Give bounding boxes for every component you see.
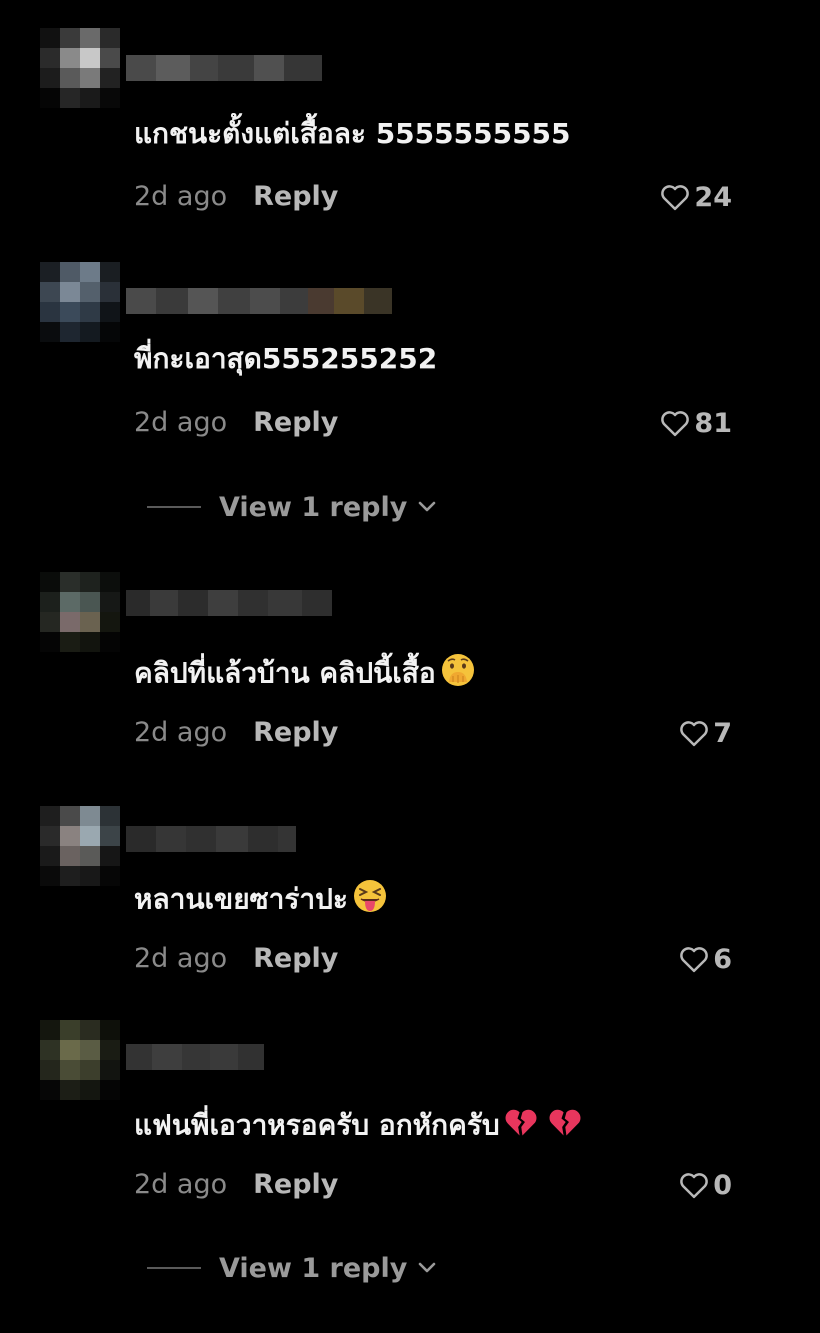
avatar[interactable] (40, 262, 120, 342)
view-replies-label: View 1 reply (219, 491, 408, 523)
chevron-down-icon (419, 1262, 436, 1273)
like-count: 0 (713, 1169, 732, 1201)
heart-outline-icon (680, 721, 709, 747)
username-blurred[interactable] (126, 55, 322, 81)
heart-outline-icon (680, 1173, 709, 1199)
username-blurred[interactable] (126, 826, 296, 852)
comment-text: หลานเขยซาร่าปะ (134, 878, 388, 923)
chevron-down-icon (419, 501, 436, 512)
like-count: 24 (694, 181, 732, 213)
broken-heart-icon (504, 1106, 538, 1147)
like-button[interactable]: 0 (679, 1167, 732, 1203)
comment-meta: 2d ago Reply (134, 715, 338, 751)
username-blurred[interactable] (126, 288, 392, 314)
heart-outline-icon (680, 947, 709, 973)
like-count: 81 (694, 407, 732, 439)
avatar[interactable] (40, 572, 120, 652)
heart-outline-icon (661, 185, 690, 211)
reply-button[interactable]: Reply (253, 181, 338, 212)
like-button[interactable]: 6 (679, 941, 732, 977)
comment-meta: 2d ago Reply (134, 179, 338, 215)
like-count: 7 (713, 717, 732, 749)
reply-button[interactable]: Reply (253, 717, 338, 748)
comment-meta: 2d ago Reply (134, 941, 338, 977)
comment-text: พี่กะเอาสุด555255252 (134, 342, 438, 375)
like-button[interactable]: 24 (660, 179, 732, 215)
comment-time: 2d ago (134, 181, 228, 212)
username-blurred[interactable] (126, 1044, 264, 1070)
face-with-tongue-icon (352, 878, 388, 923)
avatar[interactable] (40, 28, 120, 108)
view-replies-button[interactable]: View 1 reply (147, 489, 437, 525)
username-blurred[interactable] (126, 590, 332, 616)
reply-button[interactable]: Reply (253, 407, 338, 438)
broken-heart-icon (548, 1106, 582, 1147)
comment-text-content: คลิปที่แล้วบ้าน คลิปนี้เสื้อ (134, 656, 436, 690)
comment-text-content: หลานเขยซาร่าปะ (134, 882, 348, 916)
like-count: 6 (713, 943, 732, 975)
comment-time: 2d ago (134, 717, 228, 748)
comment-meta: 2d ago Reply (134, 405, 338, 441)
view-replies-label: View 1 reply (219, 1252, 408, 1284)
comment-time: 2d ago (134, 943, 228, 974)
comment-text: แกชนะตั้งแต่เสื้อละ 5555555555 (134, 117, 571, 150)
reply-button[interactable]: Reply (253, 943, 338, 974)
comment-time: 2d ago (134, 407, 228, 438)
comment-text: แฟนพี่เอวาหรอครับ อกหักครับ (134, 1106, 582, 1147)
face-with-hand-over-mouth-icon (440, 652, 476, 697)
like-button[interactable]: 7 (679, 715, 732, 751)
divider-line (147, 506, 201, 508)
comment-meta: 2d ago Reply (134, 1167, 338, 1203)
comment-text-content: แฟนพี่เอวาหรอครับ อกหักครับ (134, 1108, 500, 1142)
like-button[interactable]: 81 (660, 405, 732, 441)
heart-outline-icon (661, 411, 690, 437)
view-replies-button[interactable]: View 1 reply (147, 1250, 437, 1286)
avatar[interactable] (40, 1020, 120, 1100)
comment-text: คลิปที่แล้วบ้าน คลิปนี้เสื้อ (134, 652, 476, 697)
comment-time: 2d ago (134, 1169, 228, 1200)
reply-button[interactable]: Reply (253, 1169, 338, 1200)
avatar[interactable] (40, 806, 120, 886)
divider-line (147, 1267, 201, 1269)
